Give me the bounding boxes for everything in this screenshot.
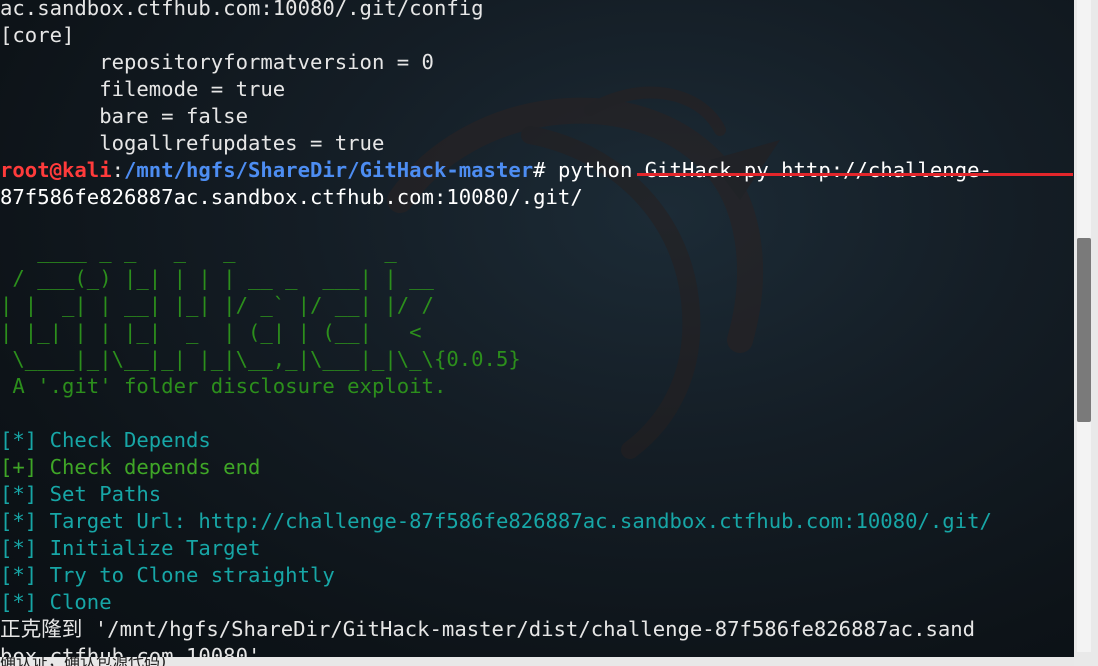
terminal-text: A '.git' folder disclosure exploit. (0, 374, 447, 398)
scrollbar-thumb[interactable] (1077, 238, 1091, 422)
terminal-line: bare = false (0, 103, 248, 130)
terminal-line: | | _| | __| |_| |/ _` |/ __| |/ / (0, 292, 434, 319)
terminal-line: logallrefupdates = true (0, 130, 384, 157)
terminal-text: logallrefupdates = true (0, 131, 385, 155)
terminal-window[interactable]: ac.sandbox.ctfhub.com:10080/.git/config [… (0, 0, 1074, 666)
footer-text: 确认证，确认包源代码) (0, 657, 166, 666)
terminal-text: [*] Clone (0, 590, 112, 614)
terminal-text: ac.sandbox.ctfhub.com:10080/.git/config (0, 0, 484, 20)
terminal-text: ____ _ _ _ _ _ (0, 239, 397, 263)
terminal-text: [*] Try to Clone straightly (0, 563, 335, 587)
terminal-text: repositoryformatversion = 0 (0, 50, 434, 74)
terminal-line: [+] Check depends end (0, 454, 260, 481)
terminal-line: root@kali:/mnt/hgfs/ShareDir/GitHack-mas… (0, 157, 992, 184)
terminal-line: repositoryformatversion = 0 (0, 49, 434, 76)
terminal-text: | | _| | __| |_| |/ _` |/ __| |/ / (0, 293, 434, 317)
scrollbar-track[interactable] (1077, 0, 1091, 238)
terminal-line: ____ _ _ _ _ _ (0, 238, 397, 265)
terminal-line: [*] Try to Clone straightly (0, 562, 335, 589)
terminal-text: 正克隆到 '/mnt/hgfs/ShareDir/GitHack-master/… (0, 617, 976, 641)
terminal-line: | |_| | | |_| _ | (_| | (__| < (0, 319, 422, 346)
terminal-line: [core] (0, 22, 74, 49)
terminal-text: [+] Check depends end (0, 455, 261, 479)
terminal-line: filemode = true (0, 76, 285, 103)
terminal-text: [*] Target Url: http://challenge-87f586f… (0, 509, 992, 533)
terminal-line: \____|_|\__|_| |_|\__,_|\___|_|\_\{0.0.5… (0, 346, 521, 373)
page-below-terminal: 确认证，确认包源代码) (0, 657, 1074, 666)
scrollbar-track[interactable] (1077, 422, 1091, 652)
terminal-line: / ___(_) |_| | | | __ _ ___| | __ (0, 265, 434, 292)
terminal-line: [*] Set Paths (0, 481, 161, 508)
terminal-text: | |_| | | |_| _ | (_| | (__| < (0, 320, 422, 344)
terminal-line: 87f586fe826887ac.sandbox.ctfhub.com:1008… (0, 184, 583, 211)
terminal-text: root@kali (0, 158, 112, 182)
terminal-line: A '.git' folder disclosure exploit. (0, 373, 446, 400)
terminal-text: /mnt/hgfs/ShareDir/GitHack-master (124, 158, 534, 182)
terminal-text: [*] Initialize Target (0, 536, 261, 560)
terminal-line: ac.sandbox.ctfhub.com:10080/.git/config (0, 0, 484, 22)
terminal-line: [*] Target Url: http://challenge-87f586f… (0, 508, 992, 535)
terminal-line: [*] Clone (0, 589, 112, 616)
terminal-text: 87f586fe826887ac.sandbox.ctfhub.com:1008… (0, 185, 583, 209)
command-highlight-underline (637, 173, 1073, 176)
terminal-text: \____|_|\__|_| |_|\__,_|\___|_|\_\{0.0.5… (0, 347, 521, 371)
terminal-text: : (111, 158, 124, 182)
terminal-line: [*] Initialize Target (0, 535, 260, 562)
terminal-text: [core] (0, 23, 75, 47)
terminal-text: [*] Set Paths (0, 482, 162, 506)
terminal-text: filemode = true (0, 77, 286, 101)
terminal-text: # python GitHack.py http://challenge- (533, 158, 992, 182)
terminal-text: / ___(_) |_| | | | __ _ ___| | __ (0, 266, 434, 290)
terminal-text: [*] Check Depends (0, 428, 211, 452)
terminal-line: [*] Check Depends (0, 427, 211, 454)
terminal-text: bare = false (0, 104, 248, 128)
terminal-line: 正克隆到 '/mnt/hgfs/ShareDir/GitHack-master/… (0, 616, 975, 643)
